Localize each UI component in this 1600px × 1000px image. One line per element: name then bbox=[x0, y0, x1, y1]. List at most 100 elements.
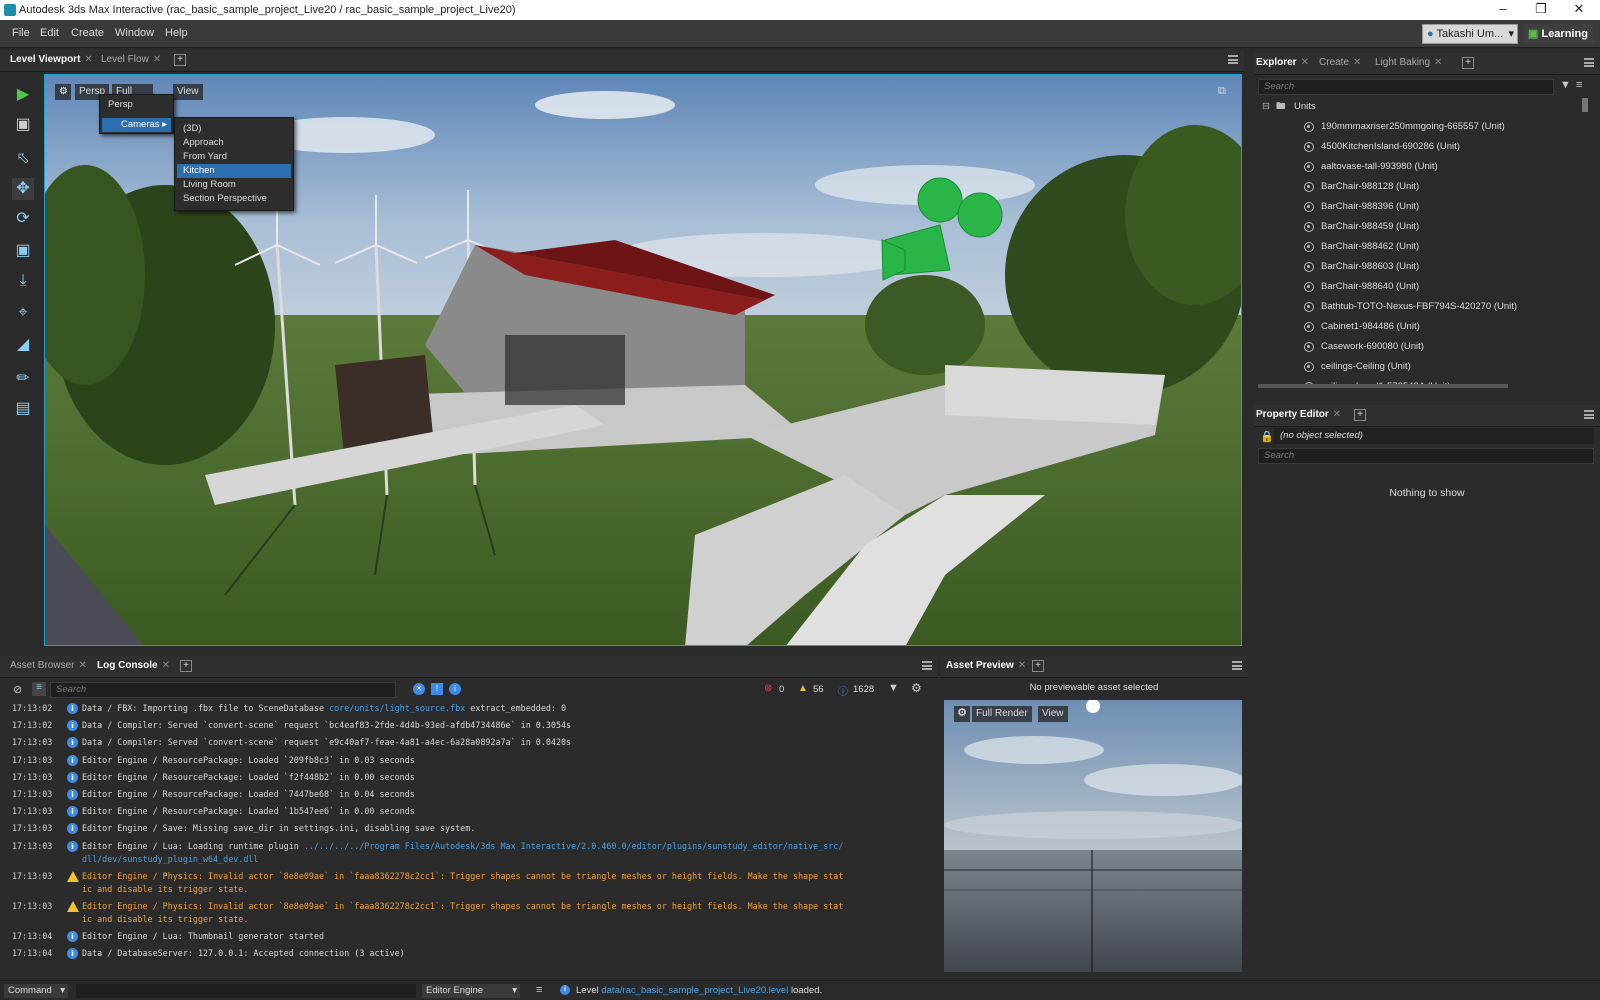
log-link[interactable]: dll/dev/sunstudy_plugin_w64_dev.dll bbox=[82, 854, 258, 864]
paint-icon[interactable]: ✏ bbox=[12, 368, 34, 390]
property-search-input[interactable]: Search bbox=[1258, 448, 1594, 464]
warning-filter-icon[interactable]: ! bbox=[431, 683, 443, 695]
scale-icon[interactable]: ▣ bbox=[12, 240, 34, 262]
menu-edit[interactable]: Edit bbox=[40, 27, 59, 39]
explorer-search-input[interactable]: Search bbox=[1258, 79, 1554, 95]
log-search-input[interactable]: Search bbox=[50, 682, 396, 698]
level-link[interactable]: data/rac_basic_sample_project_Live20.lev… bbox=[601, 985, 788, 996]
tab-level-flow[interactable]: Level Flow ✕ bbox=[101, 54, 161, 65]
collapse-icon[interactable]: ⊟ bbox=[1262, 97, 1270, 117]
render-mode-button[interactable]: Full Render bbox=[972, 706, 1032, 722]
close-icon[interactable]: ✕ bbox=[1301, 57, 1309, 68]
menu-window[interactable]: Window bbox=[115, 27, 154, 39]
camera-item[interactable]: Section Perspective bbox=[177, 192, 291, 206]
info-filter-icon[interactable]: i bbox=[449, 683, 461, 695]
user-account-dropdown[interactable]: ● Takashi Um... ▾ bbox=[1422, 24, 1518, 44]
menu-file[interactable]: File bbox=[12, 27, 30, 39]
tree-item[interactable]: Bathtub-TOTO-Nexus-FBF794S-420270 (Unit) bbox=[1254, 297, 1574, 317]
command-dropdown[interactable]: Command ▾ bbox=[4, 984, 68, 998]
add-tab-button[interactable]: + bbox=[1462, 57, 1474, 69]
tab-log-console[interactable]: Log Console ✕ bbox=[97, 660, 170, 671]
tab-level-viewport[interactable]: Level Viewport ✕ bbox=[10, 54, 93, 65]
tree-item[interactable]: BarChair-988396 (Unit) bbox=[1254, 197, 1574, 217]
tree-item[interactable]: 4500KitchenIsland-690286 (Unit) bbox=[1254, 137, 1574, 157]
close-icon[interactable]: ✕ bbox=[153, 54, 161, 65]
menu-help[interactable]: Help bbox=[165, 27, 188, 39]
tree-item[interactable]: BarChair-988462 (Unit) bbox=[1254, 237, 1574, 257]
close-icon[interactable]: ✕ bbox=[1333, 409, 1341, 420]
gear-icon[interactable]: ⚙ bbox=[55, 84, 71, 100]
engine-dropdown[interactable]: Editor Engine ▾ bbox=[422, 984, 520, 998]
error-filter-icon[interactable]: ✕ bbox=[413, 683, 425, 695]
horizontal-scrollbar[interactable] bbox=[1258, 384, 1508, 388]
add-tab-button[interactable]: + bbox=[1354, 409, 1366, 421]
clear-log-icon[interactable]: ⊘ bbox=[13, 683, 22, 696]
tree-item[interactable]: Casework-690080 (Unit) bbox=[1254, 337, 1574, 357]
tab-create[interactable]: Create ✕ bbox=[1319, 57, 1361, 68]
tree-item[interactable]: BarChair-988128 (Unit) bbox=[1254, 177, 1574, 197]
layers-icon[interactable]: ▤ bbox=[12, 398, 34, 420]
play-icon[interactable]: ▶ bbox=[12, 84, 34, 106]
log-link[interactable]: core/units/light_source.fbx bbox=[329, 703, 465, 713]
pivot-icon[interactable]: ⌖ bbox=[12, 302, 34, 324]
maximize-viewport-icon[interactable]: ⧉ bbox=[1218, 85, 1230, 97]
scrollbar-thumb[interactable] bbox=[1582, 98, 1588, 112]
close-icon[interactable]: ✕ bbox=[78, 660, 86, 671]
snap-icon[interactable]: ⤓ bbox=[12, 270, 34, 292]
preview-viewport[interactable] bbox=[944, 700, 1242, 972]
tab-property-editor[interactable]: Property Editor ✕ bbox=[1256, 409, 1341, 420]
close-icon[interactable]: ✕ bbox=[162, 660, 170, 671]
learning-button[interactable]: ▣ Learning bbox=[1524, 24, 1594, 44]
add-tab-button[interactable]: + bbox=[174, 54, 186, 66]
restore-button[interactable]: ❐ bbox=[1522, 0, 1560, 20]
command-input[interactable] bbox=[76, 984, 416, 998]
close-button[interactable]: ✕ bbox=[1560, 0, 1598, 20]
add-tab-button[interactable]: + bbox=[180, 660, 192, 672]
menu-item-persp[interactable]: Persp bbox=[102, 98, 171, 112]
filter-icon[interactable]: ▼ bbox=[888, 682, 899, 694]
move-icon[interactable]: ✥ bbox=[12, 178, 34, 200]
tree-item[interactable]: BarChair-988640 (Unit) bbox=[1254, 277, 1574, 297]
tab-explorer[interactable]: Explorer ✕ bbox=[1256, 57, 1309, 68]
camera-item[interactable]: Approach bbox=[177, 136, 291, 150]
tree-item[interactable]: ceilings-Ceiling (Unit) bbox=[1254, 357, 1574, 377]
add-tab-button[interactable]: + bbox=[1032, 660, 1044, 672]
tree-item[interactable]: aaltovase-tall-993980 (Unit) bbox=[1254, 157, 1574, 177]
tab-asset-preview[interactable]: Asset Preview ✕ bbox=[946, 660, 1026, 671]
tree-item[interactable]: Cabinet1-984486 (Unit) bbox=[1254, 317, 1574, 337]
tree-item[interactable]: BarChair-988603 (Unit) bbox=[1254, 257, 1574, 277]
gear-icon[interactable]: ⚙ bbox=[954, 706, 970, 722]
panel-menu-icon[interactable] bbox=[1584, 58, 1594, 67]
camera-item[interactable]: Living Room bbox=[177, 178, 291, 192]
panel-menu-icon[interactable] bbox=[1584, 410, 1594, 419]
gamepad-icon[interactable]: ▣ bbox=[12, 114, 34, 136]
camera-item-selected[interactable]: Kitchen bbox=[177, 164, 291, 178]
view-button[interactable]: View bbox=[1038, 706, 1068, 722]
lock-icon[interactable]: 🔒 bbox=[1260, 430, 1274, 443]
menu-item-cameras[interactable]: Cameras ▸ bbox=[102, 118, 171, 132]
panel-menu-icon[interactable] bbox=[1228, 55, 1238, 64]
list-icon[interactable]: ≡ bbox=[536, 984, 542, 996]
tree-folder-units[interactable]: ⊟ 🖿 Units bbox=[1254, 97, 1574, 117]
minimize-button[interactable]: – bbox=[1484, 0, 1522, 20]
panel-menu-icon[interactable] bbox=[1232, 661, 1242, 670]
close-icon[interactable]: ✕ bbox=[84, 54, 92, 65]
camera-item[interactable]: From Yard bbox=[177, 150, 291, 164]
menu-create[interactable]: Create bbox=[71, 27, 104, 39]
tree-item[interactable]: 190mmmaxriser250mmgoing-665557 (Unit) bbox=[1254, 117, 1574, 137]
camera-item[interactable]: (3D) bbox=[177, 122, 291, 136]
close-icon[interactable]: ✕ bbox=[1018, 660, 1026, 671]
panel-menu-icon[interactable] bbox=[922, 661, 932, 670]
log-options-icon[interactable]: ≡ bbox=[32, 682, 46, 696]
tab-asset-browser[interactable]: Asset Browser ✕ bbox=[10, 660, 87, 671]
tree-options-icon[interactable]: ≡ bbox=[1576, 79, 1582, 91]
filter-icon[interactable]: ▼ bbox=[1560, 79, 1571, 91]
log-link[interactable]: ../../../../Program Files/Autodesk/3ds M… bbox=[304, 841, 844, 851]
close-icon[interactable]: ✕ bbox=[1434, 57, 1442, 68]
tree-item[interactable]: BarChair-988459 (Unit) bbox=[1254, 217, 1574, 237]
rotate-icon[interactable]: ⟳ bbox=[12, 208, 34, 230]
tab-light-baking[interactable]: Light Baking ✕ bbox=[1375, 57, 1442, 68]
select-icon[interactable]: ⬁ bbox=[12, 148, 34, 170]
close-icon[interactable]: ✕ bbox=[1353, 57, 1361, 68]
view-button[interactable]: View bbox=[173, 84, 203, 100]
